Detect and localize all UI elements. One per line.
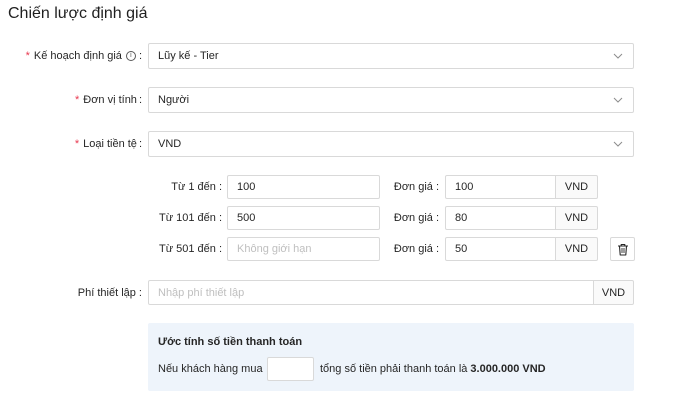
plan-label-colon: : bbox=[138, 50, 142, 62]
estimate-total: 3.000.000 VND bbox=[470, 363, 546, 375]
currency-select-value: VND bbox=[158, 138, 182, 150]
estimate-suffix: tổng số tiền phải thanh toán là 3.000.00… bbox=[320, 357, 546, 381]
chevron-down-icon bbox=[613, 141, 623, 147]
tier-from-label: Từ 101 đến : bbox=[158, 212, 222, 224]
tier-price-input[interactable]: 50 bbox=[445, 237, 556, 261]
tier-to-input-unlimited[interactable]: Không giới hạn bbox=[227, 237, 380, 261]
estimate-title: Ước tính số tiền thanh toán bbox=[158, 336, 303, 348]
currency-label-colon: : bbox=[138, 138, 142, 150]
setup-fee-unit: VND bbox=[594, 280, 634, 305]
tier-price-input[interactable]: 80 bbox=[445, 206, 556, 230]
plan-select[interactable]: Lũy kế - Tier bbox=[148, 43, 634, 69]
required-mark: * bbox=[25, 50, 30, 62]
page-title: Chiến lược định giá bbox=[8, 5, 148, 22]
unit-select-value: Người bbox=[158, 94, 190, 106]
setup-fee-label: Phí thiết lập : bbox=[77, 287, 142, 299]
setup-fee-input[interactable]: Nhập phí thiết lập bbox=[148, 280, 594, 305]
estimate-prefix: Nếu khách hàng mua bbox=[158, 363, 263, 375]
tier-to-input[interactable]: 100 bbox=[227, 175, 380, 199]
tier-price-unit: VND bbox=[556, 206, 598, 230]
delete-tier-button[interactable] bbox=[610, 237, 635, 261]
currency-label-text: Loại tiền tệ bbox=[83, 138, 137, 150]
tier-to-input[interactable]: 500 bbox=[227, 206, 380, 230]
currency-label: * Loại tiền tệ : bbox=[75, 131, 142, 157]
unit-label-text: Đơn vị tính bbox=[83, 94, 137, 106]
tier-from-label: Từ 1 đến : bbox=[171, 181, 222, 193]
tier-price-label: Đơn giá : bbox=[393, 212, 439, 224]
info-circle-icon[interactable]: i bbox=[125, 51, 136, 61]
chevron-down-icon bbox=[613, 53, 623, 59]
trash-icon bbox=[617, 243, 628, 256]
required-mark: * bbox=[74, 94, 80, 106]
tier-price-label: Đơn giá : bbox=[393, 181, 439, 193]
tier-price-label: Đơn giá : bbox=[393, 243, 439, 255]
unit-label: * Đơn vị tính : bbox=[75, 87, 142, 113]
tier-price-unit: VND bbox=[556, 237, 598, 261]
unit-select[interactable]: Người bbox=[148, 87, 634, 113]
tier-price-input[interactable]: 100 bbox=[445, 175, 556, 199]
required-mark: * bbox=[74, 138, 80, 150]
estimate-suffix-text: tổng số tiền phải thanh toán là bbox=[320, 363, 468, 375]
plan-select-value: Lũy kế - Tier bbox=[158, 50, 219, 62]
plan-label-text: Kế hoạch định giá bbox=[33, 50, 122, 62]
unit-label-colon: : bbox=[138, 94, 142, 106]
tier-from-label: Từ 501 đến : bbox=[158, 243, 222, 255]
currency-select[interactable]: VND bbox=[148, 131, 634, 157]
plan-label: * Kế hoạch định giá i : bbox=[26, 43, 142, 69]
quantity-input[interactable] bbox=[267, 357, 314, 381]
tier-price-unit: VND bbox=[556, 175, 598, 199]
chevron-down-icon bbox=[613, 97, 623, 103]
